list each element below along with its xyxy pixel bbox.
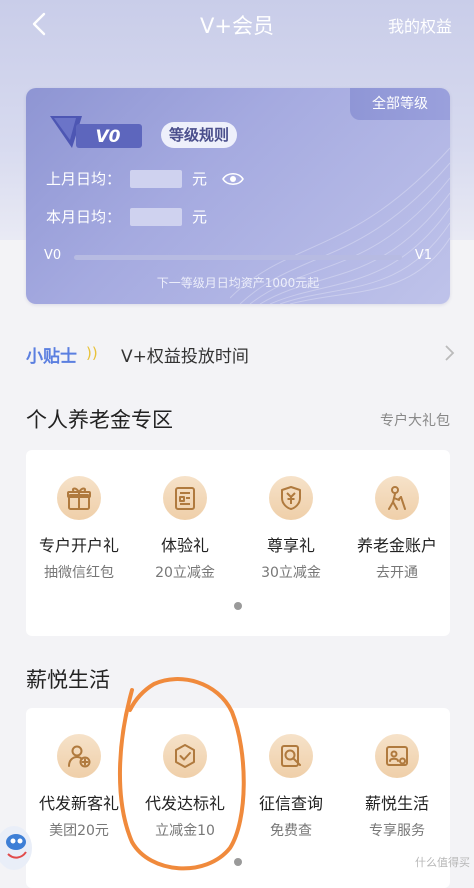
unit-label: 元 — [192, 170, 208, 188]
all-levels-button[interactable]: 全部等级 — [350, 88, 450, 120]
mascot-icon[interactable] — [0, 812, 44, 872]
top-bar: V+会员 我的权益 — [0, 0, 474, 50]
add-user-icon — [68, 745, 91, 768]
item-subtitle: 立减金10 — [155, 823, 215, 839]
item-title: 代发新客礼 — [38, 794, 119, 813]
item-subtitle: 抽微信红包 — [44, 565, 114, 581]
gift-icon — [67, 487, 91, 510]
pension-item[interactable]: 专户开户礼 抽微信红包 — [26, 476, 132, 582]
item-title: 薪悦生活 — [364, 794, 429, 813]
pagination-dot — [234, 858, 242, 866]
item-subtitle: 30立减金 — [261, 565, 321, 581]
item-title: 征信查询 — [258, 794, 323, 813]
tips-wave-icon: )) — [86, 344, 98, 362]
last-month-label: 上月日均： — [46, 170, 122, 188]
svg-text:V0: V0 — [96, 127, 121, 147]
pension-section-title: 个人养老金专区 — [26, 408, 173, 432]
item-title: 代发达标礼 — [144, 794, 225, 813]
item-title: 尊享礼 — [266, 536, 315, 555]
tips-bar[interactable]: 小贴士 )) V+权益投放时间 — [0, 332, 474, 372]
next-level-hint: 下一等级月日均资产1000元起 — [156, 276, 320, 290]
tips-tag: 小贴士 — [26, 347, 77, 367]
item-subtitle: 去开通 — [376, 565, 418, 581]
level-badge-icon: V0 — [50, 116, 142, 148]
level-progress-bar — [74, 255, 402, 260]
salary-item[interactable]: 代发达标礼 立减金10 — [132, 734, 238, 840]
masked-value — [130, 208, 182, 226]
salary-item[interactable]: 征信查询 免费查 — [238, 734, 344, 840]
check-shield-icon — [175, 744, 195, 768]
item-title: 专户开户礼 — [38, 536, 119, 555]
item-title: 养老金账户 — [356, 536, 437, 555]
tips-text: V+权益投放时间 — [121, 347, 249, 367]
item-subtitle: 免费查 — [270, 823, 312, 839]
masked-value — [130, 170, 182, 188]
chevron-right-icon — [445, 345, 455, 361]
pension-item[interactable]: 体验礼 20立减金 — [132, 476, 238, 582]
membership-card: 全部等级 V0 等级规则 上月日均： 元 本月日均： 元 V0 V1 下一等级月… — [26, 88, 450, 304]
pension-item[interactable]: 尊享礼 30立减金 — [238, 476, 344, 582]
level-end-label: V1 — [414, 248, 432, 263]
elder-person-icon — [388, 486, 406, 510]
watermark: 什么值得买 — [415, 856, 470, 869]
wave-decoration — [230, 147, 450, 304]
salary-item[interactable]: 薪悦生活 专享服务 — [344, 734, 450, 840]
yen-shield-icon — [281, 486, 301, 510]
id-card-icon — [386, 746, 408, 766]
pagination-dot — [234, 602, 242, 610]
pension-panel: 专户开户礼 抽微信红包 体验礼 20立减金 尊享礼 30立减金 养老金账户 去开… — [26, 450, 450, 636]
level-rules-button[interactable]: 等级规则 — [161, 122, 238, 148]
item-title: 体验礼 — [160, 536, 209, 555]
eye-icon[interactable] — [222, 171, 244, 187]
salary-panel: 代发新客礼 美团20元 代发达标礼 立减金10 征信查询 免费查 薪悦生活 专享… — [26, 708, 450, 888]
item-subtitle: 专享服务 — [369, 823, 425, 839]
my-rights-link[interactable]: 我的权益 — [388, 13, 452, 37]
pension-item[interactable]: 养老金账户 去开通 — [344, 476, 450, 582]
voucher-icon — [175, 487, 195, 510]
item-subtitle: 20立减金 — [155, 565, 215, 581]
level-start-label: V0 — [44, 248, 62, 263]
salary-section-title: 薪悦生活 — [26, 668, 110, 692]
pension-gift-link[interactable]: 专户大礼包 — [380, 410, 450, 430]
this-month-label: 本月日均： — [46, 208, 122, 226]
unit-label: 元 — [192, 208, 208, 226]
credit-report-icon — [281, 745, 301, 767]
